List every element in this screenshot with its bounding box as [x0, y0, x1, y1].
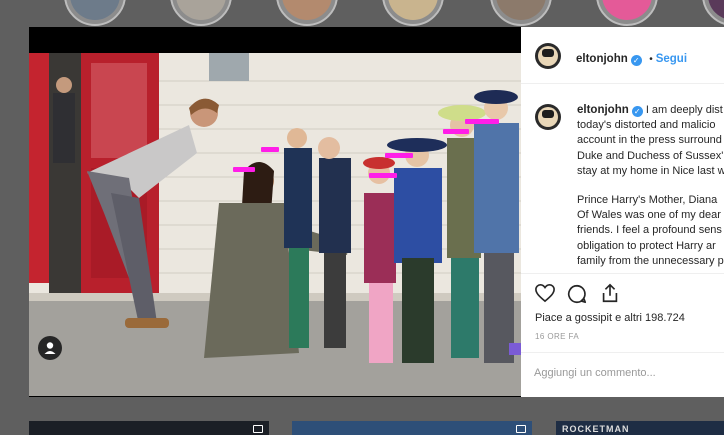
likes-count[interactable]: Piace a gossipit e altri 198.724	[535, 312, 685, 324]
story-bubble[interactable]	[596, 0, 658, 26]
post-media[interactable]	[29, 27, 521, 397]
story-bubble[interactable]	[490, 0, 552, 26]
avatar[interactable]	[535, 43, 561, 69]
comment-input[interactable]	[534, 367, 704, 379]
censor-bar	[261, 147, 279, 152]
caption-line: family from the unnecessary p	[577, 254, 724, 267]
story-bubble[interactable]	[702, 0, 724, 26]
story-bubble[interactable]	[382, 0, 444, 26]
grid-tile-label: ROCKETMAN	[562, 424, 630, 434]
caption-line: Of Wales was one of my dear	[577, 209, 721, 222]
caption-line: obligation to protect Harry ar	[577, 239, 716, 252]
caption-line: Prince Harry's Mother, Diana	[577, 194, 718, 207]
post-timestamp: 16 ORE FA	[535, 332, 580, 341]
censor-bar	[233, 167, 255, 172]
header-username[interactable]: eltonjohn	[576, 53, 628, 65]
comment-box	[521, 352, 724, 397]
comment-icon[interactable]	[566, 283, 588, 310]
stories-strip	[0, 0, 724, 27]
story-bubble[interactable]	[64, 0, 126, 26]
post-header: eltonjohn ✓ • Segui	[521, 27, 724, 84]
story-bubble[interactable]	[170, 0, 232, 26]
share-icon[interactable]	[599, 282, 621, 309]
follow-separator: •	[649, 54, 653, 65]
caption-line: friends. I feel a profound sens	[577, 224, 722, 237]
caption-line: stay at my home in Nice last w	[577, 164, 724, 177]
story-bubble[interactable]	[276, 0, 338, 26]
follow-button[interactable]: Segui	[656, 53, 687, 65]
caption-line: Duke and Duchess of Sussex'	[577, 149, 724, 162]
caption-line: I am deeply dist	[645, 104, 723, 116]
censor-bar	[465, 119, 499, 124]
grid-post-tile[interactable]	[292, 421, 532, 435]
censor-bar	[443, 129, 469, 134]
grid-post-tile[interactable]	[29, 421, 269, 435]
verified-badge-icon: ✓	[631, 106, 643, 117]
censor-bar	[385, 153, 413, 158]
caption-line: today's distorted and malicio	[577, 119, 716, 132]
verified-badge-icon: ✓	[630, 55, 642, 66]
post-actions: Piace a gossipit e altri 198.724 16 ORE …	[521, 273, 724, 397]
post-caption: eltonjohn ✓ I am deeply dist today's dist…	[577, 103, 724, 269]
caption-line: account in the press surround	[577, 134, 722, 147]
post-photo	[29, 53, 521, 396]
heart-icon[interactable]	[534, 283, 556, 308]
censor-bar	[369, 173, 397, 178]
post-panel: eltonjohn ✓ • Segui eltonjohn ✓ I am deeply…	[521, 27, 724, 397]
caption-username[interactable]: eltonjohn	[577, 104, 629, 116]
grid-post-tile[interactable]: ROCKETMAN	[556, 421, 724, 435]
avatar[interactable]	[535, 104, 561, 130]
user-tag-icon[interactable]	[38, 336, 62, 360]
